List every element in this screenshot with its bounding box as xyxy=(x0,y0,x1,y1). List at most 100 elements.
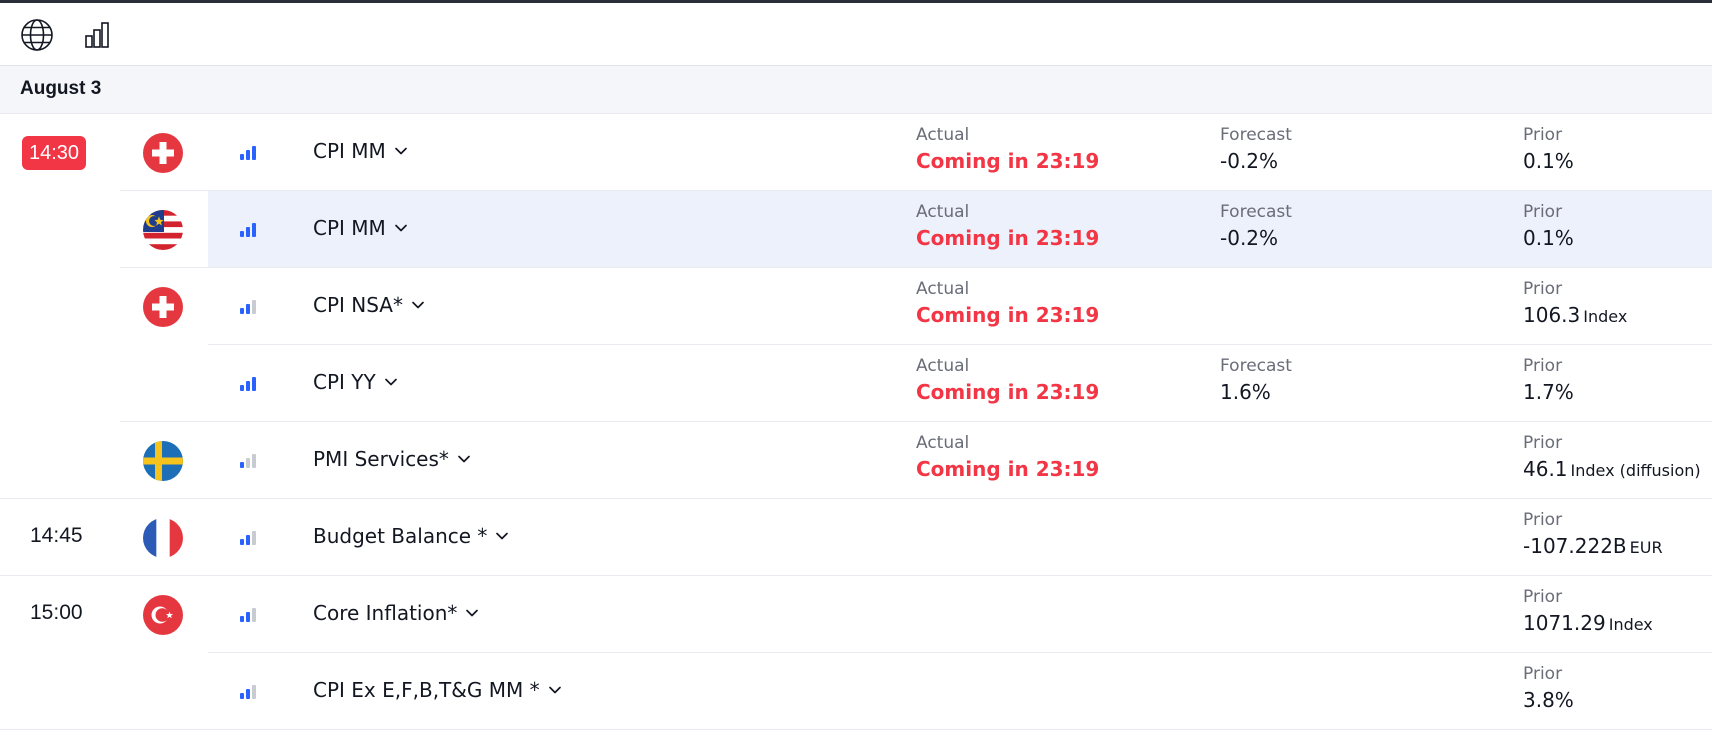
chevron-down-icon[interactable] xyxy=(411,300,425,310)
event-row[interactable]: CPI MM Actual Coming in 23:19 Forecast -0.2%… xyxy=(0,191,1712,268)
actual-value: Coming in 23:19 xyxy=(916,380,1100,404)
actual-value: Coming in 23:19 xyxy=(916,149,1100,173)
event-name-label: CPI MM xyxy=(313,139,386,163)
importance-icon xyxy=(238,220,258,240)
prior-unit: Index (diffusion) xyxy=(1570,461,1701,480)
event-name-label: Budget Balance * xyxy=(313,524,488,548)
event-row[interactable]: CPI NSA* Actual Coming in 23:19 Prior 106.3 I… xyxy=(0,268,1712,345)
prior-column: Prior 106.3 Index xyxy=(1523,278,1627,332)
actual-label: Actual xyxy=(916,356,970,376)
event-name[interactable]: Budget Balance * xyxy=(313,524,509,548)
event-row[interactable]: 14:45 Budget Balance * Prior -107.222B EUR xyxy=(0,499,1712,576)
chevron-down-icon[interactable] xyxy=(384,377,398,387)
event-row[interactable]: 15:00 Core Inflation* Prior 1071.29 Index xyxy=(0,576,1712,653)
chevron-down-icon[interactable] xyxy=(394,146,408,156)
event-name-label: CPI NSA* xyxy=(313,293,403,317)
chevron-down-icon[interactable] xyxy=(465,608,479,618)
prior-label: Prior xyxy=(1523,125,1563,145)
prior-unit: Index xyxy=(1583,307,1628,326)
prior-label: Prior xyxy=(1523,587,1563,607)
prior-value-line: 106.3 Index xyxy=(1523,300,1627,332)
event-row[interactable]: 14:30 CPI MM Actual Coming in 23:19 Forecast… xyxy=(0,114,1712,191)
flag-switzerland-icon xyxy=(143,133,183,173)
toolbar xyxy=(0,3,1712,66)
prior-label: Prior xyxy=(1523,664,1563,684)
prior-value-line: 1.7% xyxy=(1523,377,1574,407)
flag-turkey-icon xyxy=(143,595,183,635)
actual-label: Actual xyxy=(916,202,970,222)
event-name[interactable]: CPI YY xyxy=(313,370,398,394)
importance-icon xyxy=(238,374,258,394)
event-name[interactable]: PMI Services* xyxy=(313,447,471,471)
event-time: 14:45 xyxy=(30,524,83,547)
prior-column: Prior 0.1% xyxy=(1523,201,1574,253)
date-header-label: August 3 xyxy=(20,78,102,99)
prior-value-line: 46.1 Index (diffusion) xyxy=(1523,454,1701,486)
prior-column: Prior 3.8% xyxy=(1523,663,1574,715)
prior-column: Prior 0.1% xyxy=(1523,124,1574,176)
importance-icon xyxy=(238,528,258,548)
prior-column: Prior -107.222B EUR xyxy=(1523,509,1663,563)
event-name-label: Core Inflation* xyxy=(313,601,458,625)
flag-france-icon xyxy=(143,518,183,558)
actual-label: Actual xyxy=(916,279,970,299)
event-row[interactable]: CPI YY Actual Coming in 23:19 Forecast 1.6% P… xyxy=(0,345,1712,422)
event-name[interactable]: CPI Ex E,F,B,T&G MM * xyxy=(313,678,562,702)
actual-column: Actual Coming in 23:19 xyxy=(916,124,1099,176)
event-name[interactable]: CPI MM xyxy=(313,216,408,240)
prior-unit: Index xyxy=(1608,615,1653,634)
event-name[interactable]: CPI NSA* xyxy=(313,293,425,317)
prior-value: 46.1 xyxy=(1523,457,1568,481)
event-name-label: PMI Services* xyxy=(313,447,449,471)
prior-value: 1.7% xyxy=(1523,380,1574,404)
prior-value-line: 0.1% xyxy=(1523,223,1574,253)
event-name[interactable]: CPI MM xyxy=(313,139,408,163)
forecast-column: Forecast -0.2% xyxy=(1220,201,1292,253)
bar-chart-icon[interactable] xyxy=(79,17,115,53)
chevron-down-icon[interactable] xyxy=(495,531,509,541)
row-separator xyxy=(0,729,1712,730)
importance-icon xyxy=(238,297,258,317)
prior-column: Prior 46.1 Index (diffusion) xyxy=(1523,432,1701,486)
event-row[interactable]: CPI Ex E,F,B,T&G MM * Prior 3.8% xyxy=(0,653,1712,730)
prior-value-line: -107.222B EUR xyxy=(1523,531,1663,563)
actual-value: Coming in 23:19 xyxy=(916,303,1100,327)
prior-unit: EUR xyxy=(1629,538,1663,557)
event-name[interactable]: Core Inflation* xyxy=(313,601,479,625)
date-header: August 3 xyxy=(0,66,1712,114)
actual-value: Coming in 23:19 xyxy=(916,457,1100,481)
event-name-label: CPI MM xyxy=(313,216,386,240)
chevron-down-icon[interactable] xyxy=(394,223,408,233)
prior-value-line: 1071.29 Index xyxy=(1523,608,1653,640)
forecast-value: -0.2% xyxy=(1220,149,1279,173)
forecast-label: Forecast xyxy=(1220,202,1292,222)
forecast-value: 1.6% xyxy=(1220,380,1271,404)
prior-value-line: 3.8% xyxy=(1523,685,1574,715)
prior-column: Prior 1071.29 Index xyxy=(1523,586,1653,640)
prior-value-line: 0.1% xyxy=(1523,146,1574,176)
actual-column: Actual Coming in 23:19 xyxy=(916,432,1099,484)
prior-label: Prior xyxy=(1523,356,1563,376)
forecast-value: -0.2% xyxy=(1220,226,1279,250)
event-time: 15:00 xyxy=(30,601,83,624)
actual-label: Actual xyxy=(916,433,970,453)
chevron-down-icon[interactable] xyxy=(548,685,562,695)
event-name-label: CPI YY xyxy=(313,370,376,394)
forecast-column: Forecast -0.2% xyxy=(1220,124,1292,176)
event-row[interactable]: PMI Services* Actual Coming in 23:19 Prior 4… xyxy=(0,422,1712,499)
prior-label: Prior xyxy=(1523,279,1563,299)
prior-label: Prior xyxy=(1523,510,1563,530)
prior-value: 0.1% xyxy=(1523,226,1574,250)
prior-column: Prior 1.7% xyxy=(1523,355,1574,407)
prior-value: 0.1% xyxy=(1523,149,1574,173)
time-badge: 14:30 xyxy=(22,136,87,170)
forecast-label: Forecast xyxy=(1220,356,1292,376)
prior-value: 106.3 xyxy=(1523,303,1581,327)
prior-value: 3.8% xyxy=(1523,688,1574,712)
importance-icon xyxy=(238,605,258,625)
forecast-label: Forecast xyxy=(1220,125,1292,145)
chevron-down-icon[interactable] xyxy=(457,454,471,464)
globe-icon[interactable] xyxy=(19,17,55,53)
forecast-column: Forecast 1.6% xyxy=(1220,355,1292,407)
actual-column: Actual Coming in 23:19 xyxy=(916,278,1099,330)
